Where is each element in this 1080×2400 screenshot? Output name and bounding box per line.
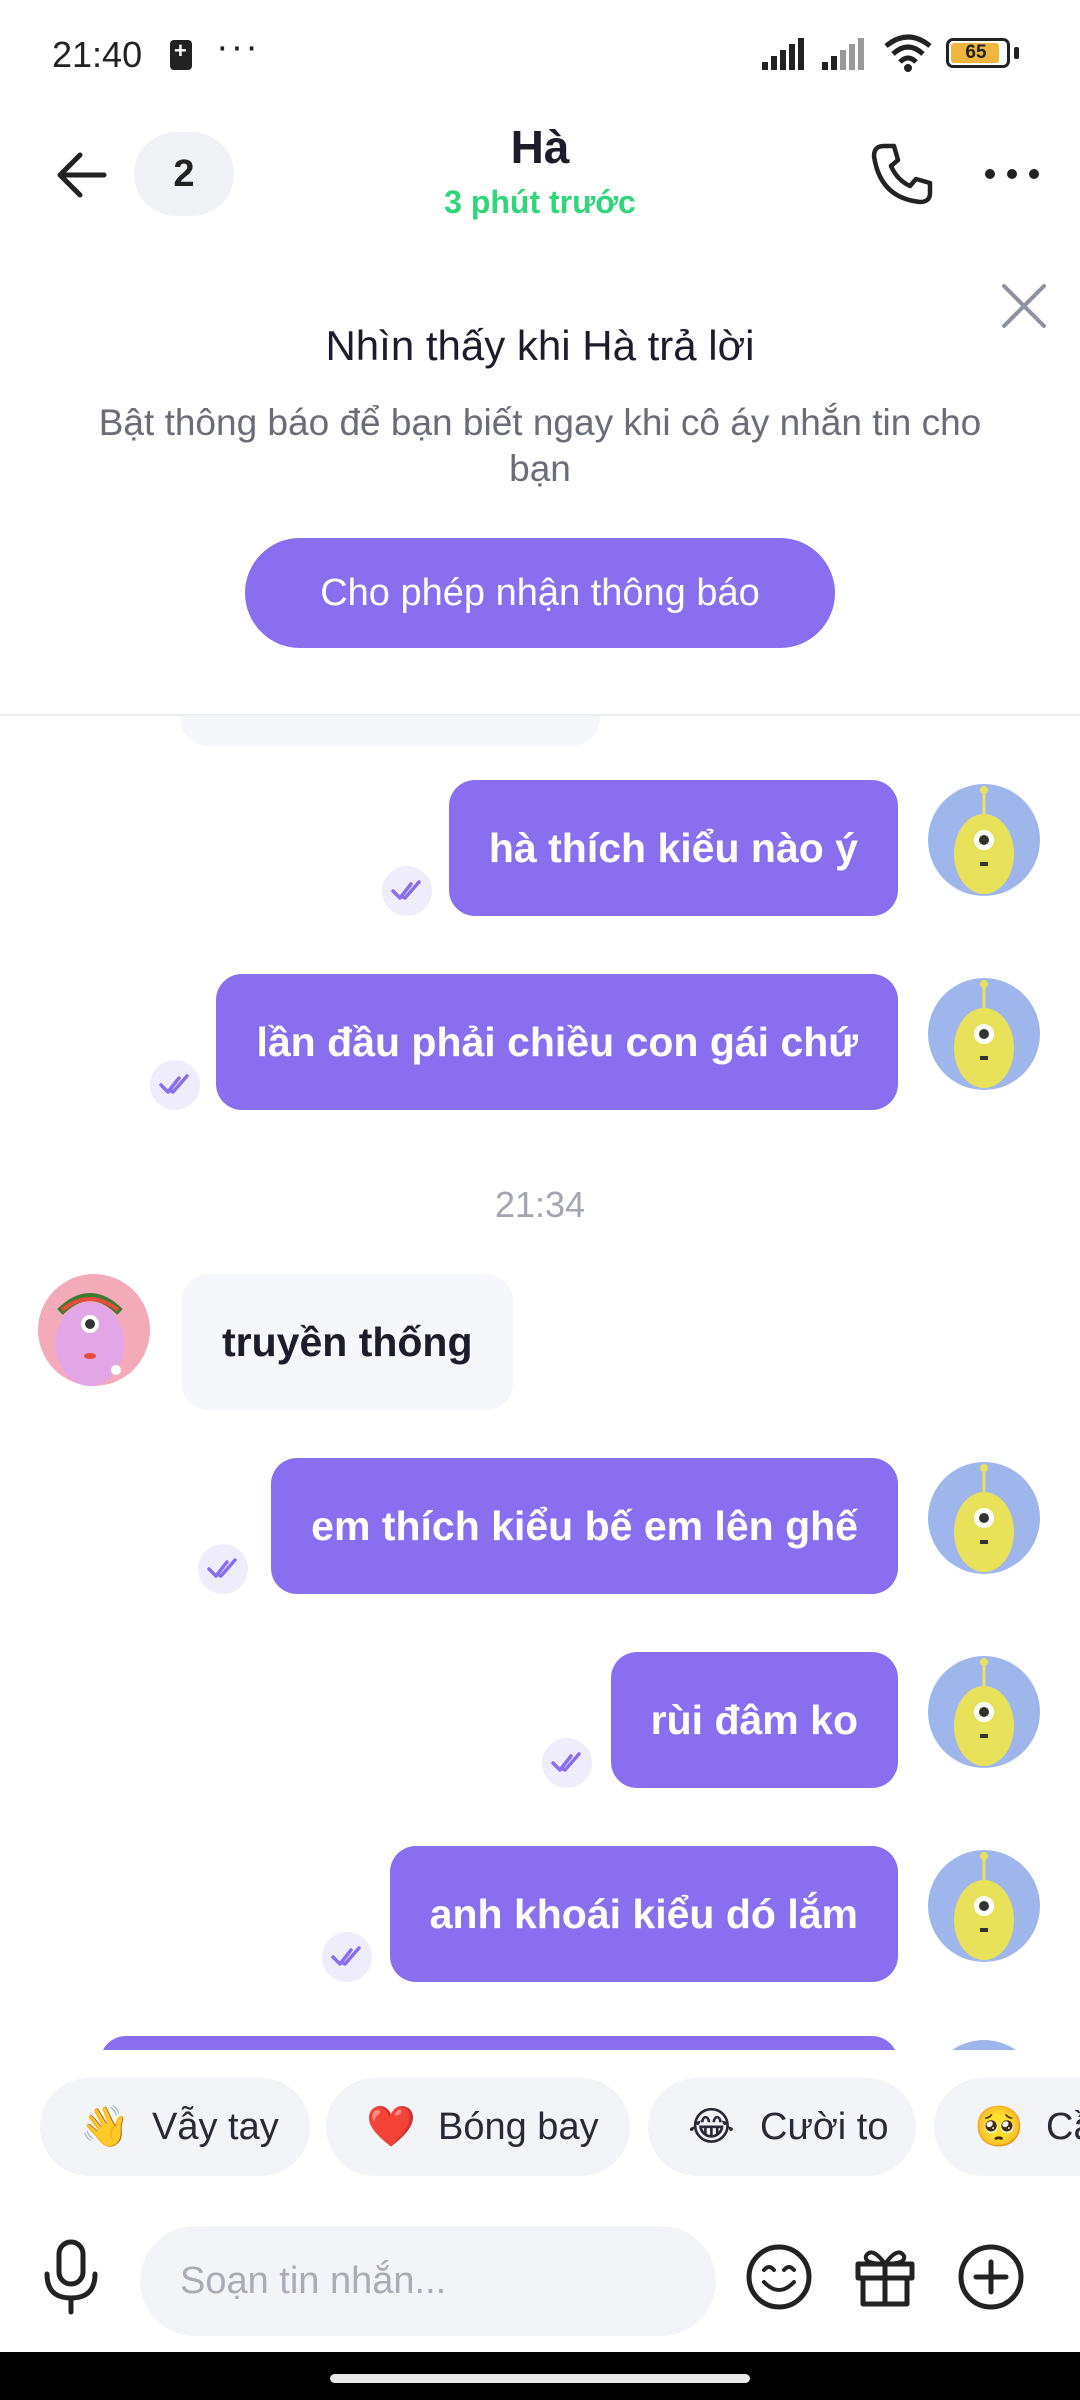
my-avatar[interactable] [928,784,1040,896]
reaction-chip-laugh[interactable]: 😂 Cười to [648,2078,916,2176]
chat-header: 2 Hà 3 phút trước [0,110,1080,260]
reaction-label: Cười to [760,2106,889,2148]
status-time: 21:40 [52,34,143,75]
reaction-chip-balloon[interactable]: ❤️ Bóng bay [326,2078,630,2176]
battery-icon: 65 [946,38,1010,68]
emoji-picker-icon[interactable] [744,2242,814,2312]
quick-reactions-bar[interactable]: 👋 Vẫy tay ❤️ Bóng bay 😂 Cười to 🥺 Cầ [0,2050,1080,2202]
outgoing-message[interactable]: rùi đâm ko [610,1652,898,1788]
reaction-label: Cầ [1046,2106,1080,2148]
message-list[interactable]: hà thích kiểu nào ý lần đầu phải chiều c… [0,716,1080,2050]
reaction-chip-wave[interactable]: 👋 Vẫy tay [40,2078,310,2176]
banner-title: Nhìn thấy khi Hà trả lời [325,322,755,369]
read-receipt-icon [150,1060,200,1110]
my-avatar[interactable] [928,978,1040,1090]
outgoing-message[interactable]: hà thích kiểu nào ý [448,780,898,916]
more-options-icon[interactable] [976,138,1048,210]
banner-text: Bật thông báo để bạn biết ngay khi cô áy… [98,402,982,489]
add-attachment-icon[interactable] [956,2242,1026,2312]
message-input[interactable] [140,2226,716,2336]
wave-emoji-icon: 👋 [80,2105,130,2149]
my-avatar[interactable] [928,1656,1040,1768]
message-composer [0,2202,1080,2352]
outgoing-message[interactable]: anh khoái kiểu dó lắm [389,1846,898,1982]
partially-visible-message [180,716,600,746]
heart-emoji-icon: ❤️ [366,2105,416,2149]
incoming-message[interactable]: truyền thống [182,1274,513,1410]
my-avatar[interactable] [928,1850,1040,1962]
system-navigation-bar [0,2352,1080,2400]
microphone-icon[interactable] [38,2238,104,2316]
reaction-label: Vẫy tay [152,2106,279,2148]
read-receipt-icon [382,866,432,916]
outgoing-message[interactable]: em thích kiểu bế em lên ghế [271,1458,898,1594]
battery-level: 65 [965,42,987,63]
contact-avatar[interactable] [38,1274,150,1386]
my-avatar[interactable] [928,1462,1040,1574]
laughing-emoji-icon: 😂 [688,2105,735,2149]
reaction-chip-pleading[interactable]: 🥺 Cầ [934,2078,1080,2176]
status-bar: 21:40 ··· 65 [0,0,1080,110]
phone-call-icon[interactable] [866,138,938,210]
time-separator: 21:34 [494,1184,586,1225]
read-receipt-icon [542,1738,592,1788]
wifi-icon [884,34,932,72]
gift-icon[interactable] [850,2240,920,2310]
reaction-label: Bóng bay [438,2106,599,2148]
more-notifications-icon: ··· [216,26,260,68]
my-avatar [928,2040,1040,2050]
signal-2-icon [822,38,864,70]
outgoing-message[interactable]: lần đầu phải chiều con gái chứ [216,974,898,1110]
signal-icon [762,38,804,70]
battery-saver-icon [170,38,192,70]
notification-permission-banner: Nhìn thấy khi Hà trả lời Bật thông báo đ… [0,260,1080,716]
partially-visible-message [100,2036,898,2050]
pleading-emoji-icon: 🥺 [974,2105,1024,2149]
read-receipt-icon [198,1544,248,1594]
allow-notifications-button[interactable]: Cho phép nhận thông báo [245,538,835,648]
read-receipt-icon [322,1932,372,1982]
home-indicator[interactable] [330,2374,750,2383]
